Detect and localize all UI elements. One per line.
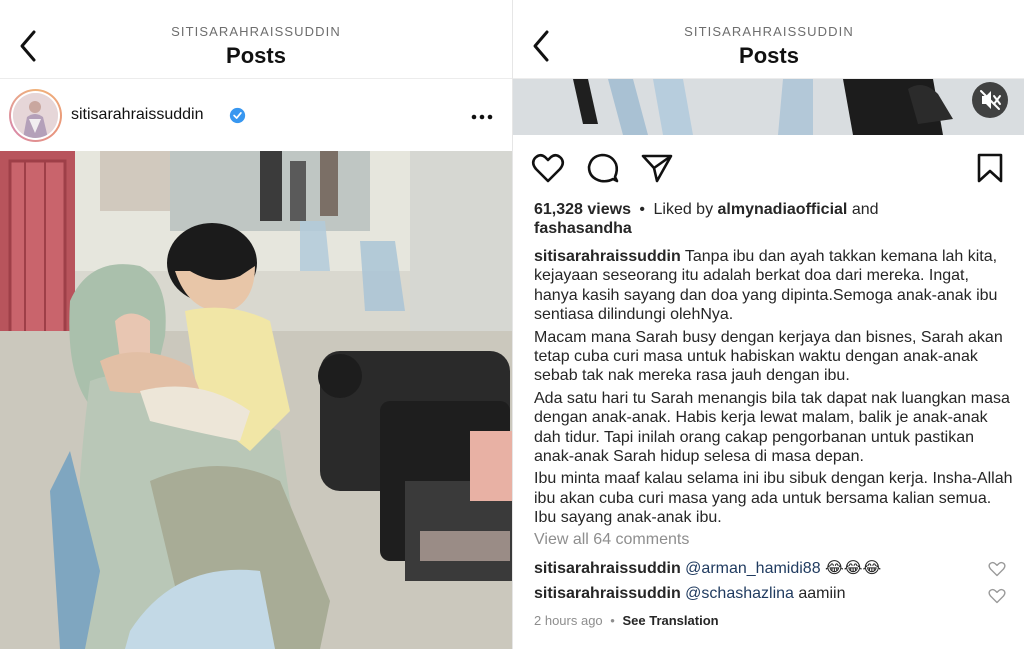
liked-by-prefix: Liked by	[653, 201, 714, 218]
likes-summary: 61,328 views • Liked by almynadiaofficia…	[534, 200, 1014, 238]
avatar[interactable]	[9, 89, 62, 142]
mute-icon	[980, 90, 1001, 110]
comment-text: 😂😂😂	[825, 560, 882, 577]
comment-mention[interactable]: @arman_hamidi88	[685, 560, 820, 577]
page-title: Posts	[739, 43, 799, 68]
post-photo[interactable]	[0, 151, 512, 649]
comment-text: aamiin	[798, 585, 846, 602]
liked-by-and: and	[851, 201, 879, 218]
header: SITISARAHRAISSUDDIN Posts	[0, 0, 512, 79]
caption-paragraph: Macam mana Sarah busy dengan kerjaya dan…	[534, 328, 1003, 385]
comment-item: sitisarahraissuddin @arman_hamidi88 😂😂😂	[534, 558, 1004, 578]
post-timestamp-row: 2 hours ago • See Translation	[534, 613, 719, 628]
comment-like-heart-icon[interactable]	[988, 588, 1006, 604]
view-all-comments-link[interactable]: View all 64 comments	[534, 531, 689, 549]
liked-by-user[interactable]: almynadiaofficial	[718, 201, 848, 218]
post-author-row: sitisarahraissuddin	[0, 79, 512, 151]
post-username[interactable]: sitisarahraissuddin	[71, 106, 204, 124]
separator-dot: •	[610, 613, 615, 628]
more-options-icon[interactable]	[470, 113, 494, 121]
comment-like-heart-icon[interactable]	[988, 561, 1006, 577]
post-timestamp: 2 hours ago	[534, 613, 603, 628]
caption-username[interactable]: sitisarahraissuddin	[534, 248, 681, 265]
share-icon[interactable]	[640, 152, 674, 184]
separator-dot: •	[639, 201, 646, 218]
page-title: Posts	[226, 43, 286, 68]
action-bar	[513, 135, 1024, 199]
right-panel: SITISARAHRAISSUDDIN Posts 61,328 views •…	[512, 0, 1024, 649]
caption-paragraph: Ibu minta maaf kalau selama ini ibu sibu…	[534, 470, 1013, 527]
comment-username[interactable]: sitisarahraissuddin	[534, 560, 681, 577]
see-translation-link[interactable]: See Translation	[622, 613, 718, 628]
comment-username[interactable]: sitisarahraissuddin	[534, 585, 681, 602]
header-username: SITISARAHRAISSUDDIN	[171, 24, 341, 39]
comment-item: sitisarahraissuddin @schashazlina aamiin	[534, 585, 1004, 603]
comment-icon[interactable]	[586, 152, 620, 184]
post-video[interactable]	[513, 79, 1024, 135]
bookmark-icon[interactable]	[973, 152, 1007, 184]
verified-badge-icon	[229, 107, 246, 124]
heart-icon[interactable]	[531, 152, 565, 184]
header: SITISARAHRAISSUDDIN Posts	[513, 0, 1024, 79]
mute-button[interactable]	[972, 82, 1008, 118]
left-panel: SITISARAHRAISSUDDIN Posts sitisarahraiss…	[0, 0, 512, 649]
post-caption: sitisarahraissuddin Tanpa ibu dan ayah t…	[534, 247, 1014, 531]
header-username: SITISARAHRAISSUDDIN	[684, 24, 854, 39]
views-count[interactable]: 61,328 views	[534, 201, 631, 218]
comment-mention[interactable]: @schashazlina	[685, 585, 794, 602]
liked-by-user2[interactable]: fashasandha	[534, 220, 632, 237]
caption-paragraph: Ada satu hari tu Sarah menangis bila tak…	[534, 389, 1010, 466]
